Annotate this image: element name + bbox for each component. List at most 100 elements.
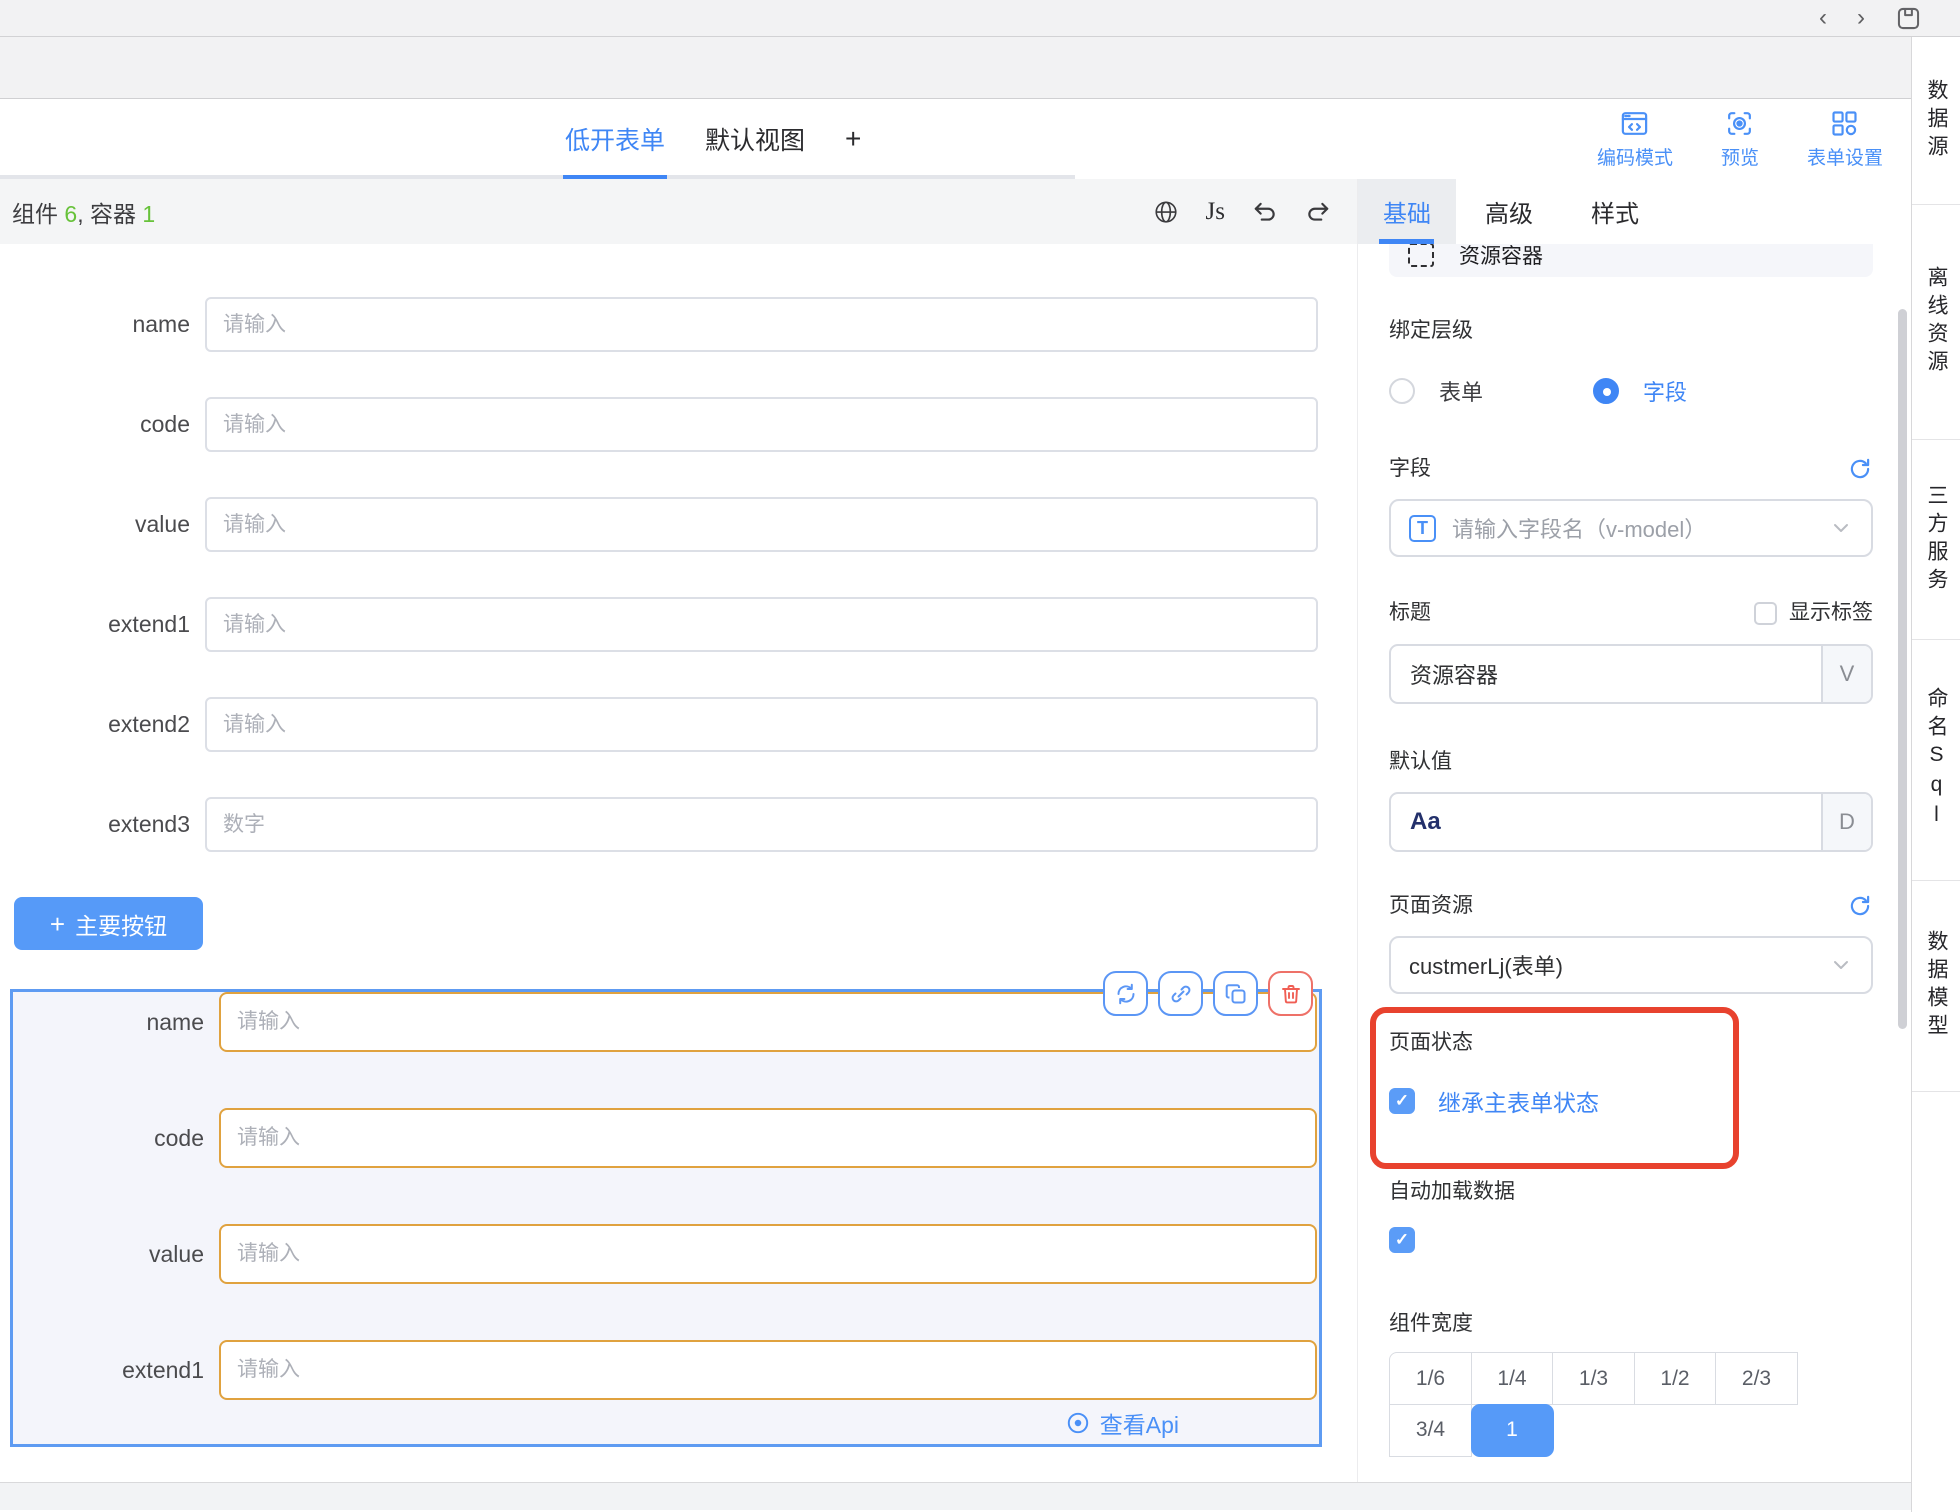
tab-basic[interactable]: 基础 (1358, 179, 1456, 244)
radio-form-label[interactable]: 表单 (1439, 375, 1483, 407)
width-button-group: 1/6 1/4 1/3 1/2 2/3 3/4 1 (1389, 1352, 1806, 1455)
subform-row: code (13, 1108, 1319, 1168)
field-label: name (13, 1009, 219, 1036)
view-api-label: 查看Api (1100, 1406, 1179, 1440)
canvas-body: name code value extend1 (0, 244, 1357, 1482)
sync-icon (1114, 982, 1138, 1006)
code-mode-icon (1619, 108, 1650, 139)
sidebar-item-offline-resource[interactable]: 离线资源 (1912, 205, 1960, 440)
tree-item-resource-container[interactable]: 资源容器 (1389, 244, 1873, 277)
redo-icon[interactable] (1305, 199, 1331, 225)
show-label-checkbox[interactable] (1754, 602, 1777, 625)
tab-advanced[interactable]: 高级 (1456, 179, 1562, 244)
field-label: extend1 (13, 1357, 219, 1384)
default-value-label: 默认值 (1389, 748, 1873, 776)
page-resource-value: custmerLj(表单) (1409, 949, 1813, 981)
eye-icon (1065, 1410, 1091, 1436)
app-root: ‹ › 低开表单 默认视图 + (0, 0, 1960, 1512)
form-row: extend2 (0, 697, 1357, 752)
save-icon[interactable] (1895, 5, 1922, 32)
page-resource-label: 页面资源 (1389, 892, 1473, 920)
panel-tabs: 基础 高级 样式 (1358, 179, 1911, 244)
default-value-d-button[interactable]: D (1821, 794, 1871, 850)
view-tabbar: 低开表单 默认视图 + 编码模式 (0, 99, 1911, 179)
extend2-input[interactable] (205, 697, 1318, 752)
inherit-state-label[interactable]: 继承主表单状态 (1438, 1084, 1599, 1118)
add-view-button[interactable]: + (845, 123, 861, 155)
form-row: extend1 (0, 597, 1357, 652)
width-option-1[interactable]: 1 (1471, 1404, 1554, 1457)
default-value-input[interactable]: Aa (1391, 794, 1821, 850)
field-label: code (0, 411, 205, 438)
selected-subform-container[interactable]: name code value (10, 989, 1322, 1447)
field-label: extend3 (0, 811, 205, 838)
auto-load-checkbox[interactable]: ✓ (1389, 1227, 1415, 1253)
canvas-header: 组件 6, 容器 1 Js (0, 179, 1357, 244)
subform-extend1-input[interactable] (219, 1340, 1317, 1400)
component-count-summary: 组件 6, 容器 1 (12, 195, 155, 229)
panel-scrollbar[interactable] (1898, 309, 1907, 1029)
nav-forward-icon[interactable]: › (1857, 6, 1865, 30)
nav-back-icon[interactable]: ‹ (1819, 6, 1827, 30)
preview-label: 预览 (1721, 143, 1759, 170)
settings-panel: 基础 高级 样式 资源容器 绑定层级 表单 (1357, 179, 1911, 1482)
width-option-1-4[interactable]: 1/4 (1471, 1352, 1554, 1405)
globe-icon[interactable] (1153, 199, 1179, 225)
field-select-placeholder: 请输入字段名（v-model） (1452, 512, 1813, 544)
form-row: code (0, 397, 1357, 452)
form-row: name (0, 297, 1357, 352)
radio-form[interactable] (1389, 378, 1415, 404)
code-input[interactable] (205, 397, 1318, 452)
title-variable-button[interactable]: V (1821, 646, 1871, 702)
radio-field[interactable] (1593, 378, 1619, 404)
width-option-1-2[interactable]: 1/2 (1634, 1352, 1717, 1405)
footer-strip (0, 1482, 1911, 1510)
link-button[interactable] (1158, 971, 1203, 1016)
subform-row: extend1 (13, 1340, 1319, 1400)
width-option-1-6[interactable]: 1/6 (1389, 1352, 1472, 1405)
extend1-input[interactable] (205, 597, 1318, 652)
radio-field-label[interactable]: 字段 (1643, 375, 1687, 407)
refresh-fields-icon[interactable] (1847, 456, 1873, 482)
primary-button-label: 主要按钮 (75, 907, 167, 941)
subform-row: value (13, 1224, 1319, 1284)
extend3-input[interactable] (205, 797, 1318, 852)
sidebar-item-data-model[interactable]: 数据模型 (1912, 881, 1960, 1092)
tree-item-label: 资源容器 (1459, 244, 1543, 270)
subform-value-input[interactable] (219, 1224, 1317, 1284)
name-input[interactable] (205, 297, 1318, 352)
title-input[interactable]: 资源容器 (1391, 646, 1821, 702)
tab-low-code-form[interactable]: 低开表单 (565, 99, 665, 179)
panel-body: 资源容器 绑定层级 表单 字段 字段 (1358, 244, 1911, 1482)
undo-icon[interactable] (1252, 199, 1278, 225)
field-select[interactable]: T 请输入字段名（v-model） (1389, 499, 1873, 557)
preview-button[interactable]: 预览 (1721, 108, 1759, 170)
preview-eye-icon (1724, 108, 1755, 139)
primary-button[interactable]: + 主要按钮 (14, 897, 203, 950)
form-row: extend3 (0, 797, 1357, 852)
subform-code-input[interactable] (219, 1108, 1317, 1168)
width-option-3-4[interactable]: 3/4 (1389, 1404, 1472, 1457)
width-option-1-3[interactable]: 1/3 (1552, 1352, 1635, 1405)
sidebar-item-data-source[interactable]: 数据源 (1912, 37, 1960, 205)
title-section-label: 标题 (1389, 599, 1431, 627)
form-settings-icon (1829, 108, 1860, 139)
copy-button[interactable] (1213, 971, 1258, 1016)
delete-button[interactable] (1268, 971, 1313, 1016)
js-editor-button[interactable]: Js (1206, 198, 1225, 226)
resource-sidebar: 数据源 离线资源 三方服务 命名Sql 数据模型 (1911, 37, 1960, 1512)
refresh-resource-icon[interactable] (1847, 893, 1873, 919)
sync-button[interactable] (1103, 971, 1148, 1016)
form-settings-button[interactable]: 表单设置 (1807, 108, 1883, 170)
tab-default-view[interactable]: 默认视图 (705, 99, 805, 179)
page-resource-select[interactable]: custmerLj(表单) (1389, 936, 1873, 994)
sidebar-item-named-sql[interactable]: 命名Sql (1912, 640, 1960, 881)
view-api-link[interactable]: 查看Api (1065, 1406, 1179, 1440)
value-input[interactable] (205, 497, 1318, 552)
width-option-2-3[interactable]: 2/3 (1715, 1352, 1798, 1405)
tab-style[interactable]: 样式 (1562, 179, 1668, 244)
sidebar-item-third-party-service[interactable]: 三方服务 (1912, 440, 1960, 640)
code-mode-button[interactable]: 编码模式 (1597, 108, 1673, 170)
field-label: extend2 (0, 711, 205, 738)
inherit-state-checkbox[interactable]: ✓ (1389, 1088, 1415, 1114)
